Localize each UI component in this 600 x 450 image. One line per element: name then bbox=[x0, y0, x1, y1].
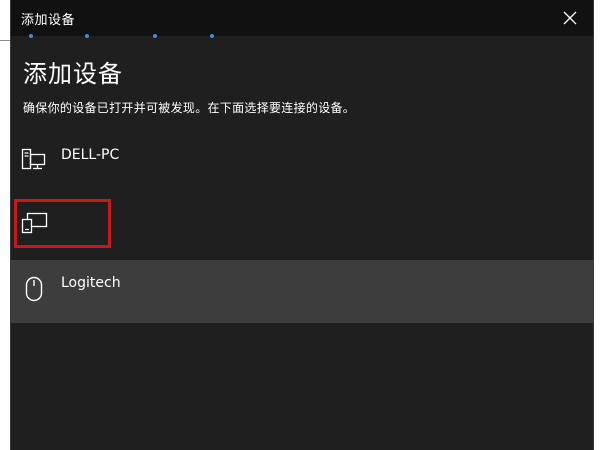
window-title: 添加设备 bbox=[21, 13, 76, 28]
computer-icon bbox=[21, 148, 47, 176]
device-name: DELL-PC bbox=[61, 147, 120, 163]
device-item-logitech[interactable]: Logitech bbox=[11, 260, 593, 323]
progress-dot bbox=[29, 34, 33, 38]
background-window-edge bbox=[0, 36, 10, 450]
device-name: Logitech bbox=[61, 275, 121, 291]
background-divider bbox=[0, 40, 10, 41]
annotation-highlight-box bbox=[14, 199, 111, 248]
device-item-display[interactable] bbox=[11, 190, 593, 254]
page-title: 添加设备 bbox=[23, 60, 123, 88]
add-device-dialog: 添加设备 添加设备 确保你的设备已打开并可被发现。在下面选择要连接的设备。 DE… bbox=[10, 0, 594, 450]
instruction-text: 确保你的设备已打开并可被发现。在下面选择要连接的设备。 bbox=[23, 101, 356, 115]
mouse-icon bbox=[25, 276, 43, 306]
title-bar[interactable]: 添加设备 bbox=[11, 0, 593, 36]
progress-dot bbox=[85, 34, 89, 38]
close-icon bbox=[563, 11, 577, 25]
close-button[interactable] bbox=[547, 0, 593, 36]
progress-dot bbox=[210, 34, 214, 38]
progress-dot bbox=[153, 34, 157, 38]
searching-progress-indicator bbox=[11, 34, 593, 40]
device-item-dell-pc[interactable]: DELL-PC bbox=[11, 134, 593, 186]
screen: 添加设备 添加设备 确保你的设备已打开并可被发现。在下面选择要连接的设备。 DE… bbox=[0, 0, 600, 450]
